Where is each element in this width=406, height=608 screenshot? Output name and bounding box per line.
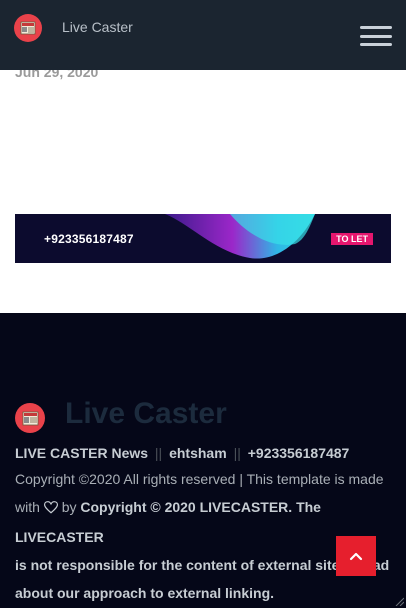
ad-to-let-badge: TO LET	[331, 233, 373, 245]
ad-phone-number: +923356187487	[44, 232, 134, 246]
credit-separator: ||	[233, 445, 241, 461]
top-navbar: Live Caster	[0, 0, 406, 70]
chevron-up-icon	[349, 552, 363, 561]
external-links-disclaimer[interactable]: is not responsible for the content of ex…	[15, 557, 389, 601]
credit-phone[interactable]: +923356187487	[248, 445, 350, 461]
credit-author[interactable]: ehtsham	[169, 445, 227, 461]
back-to-top-button[interactable]	[336, 536, 376, 576]
site-brand[interactable]: Live Caster	[62, 19, 133, 35]
footer-brand[interactable]: Live Caster	[65, 397, 227, 431]
ad-banner[interactable]: +923356187487 TO LET	[15, 214, 391, 263]
copyright-line: Copyright ©2020 All rights reserved | Th…	[15, 471, 384, 487]
credit-separator: ||	[154, 445, 163, 461]
by-text: by	[61, 499, 77, 515]
newspaper-logo-icon[interactable]	[14, 14, 42, 42]
hamburger-menu-icon[interactable]	[360, 26, 392, 46]
credit-site[interactable]: LIVE CASTER News	[15, 445, 148, 461]
footer-newspaper-logo-icon[interactable]	[15, 403, 45, 433]
resize-grip-icon[interactable]	[394, 596, 404, 606]
footer-credits: LIVE CASTER News || ehtsham || +92335618…	[15, 445, 349, 461]
heart-icon	[43, 495, 58, 523]
with-text: with	[15, 499, 40, 515]
